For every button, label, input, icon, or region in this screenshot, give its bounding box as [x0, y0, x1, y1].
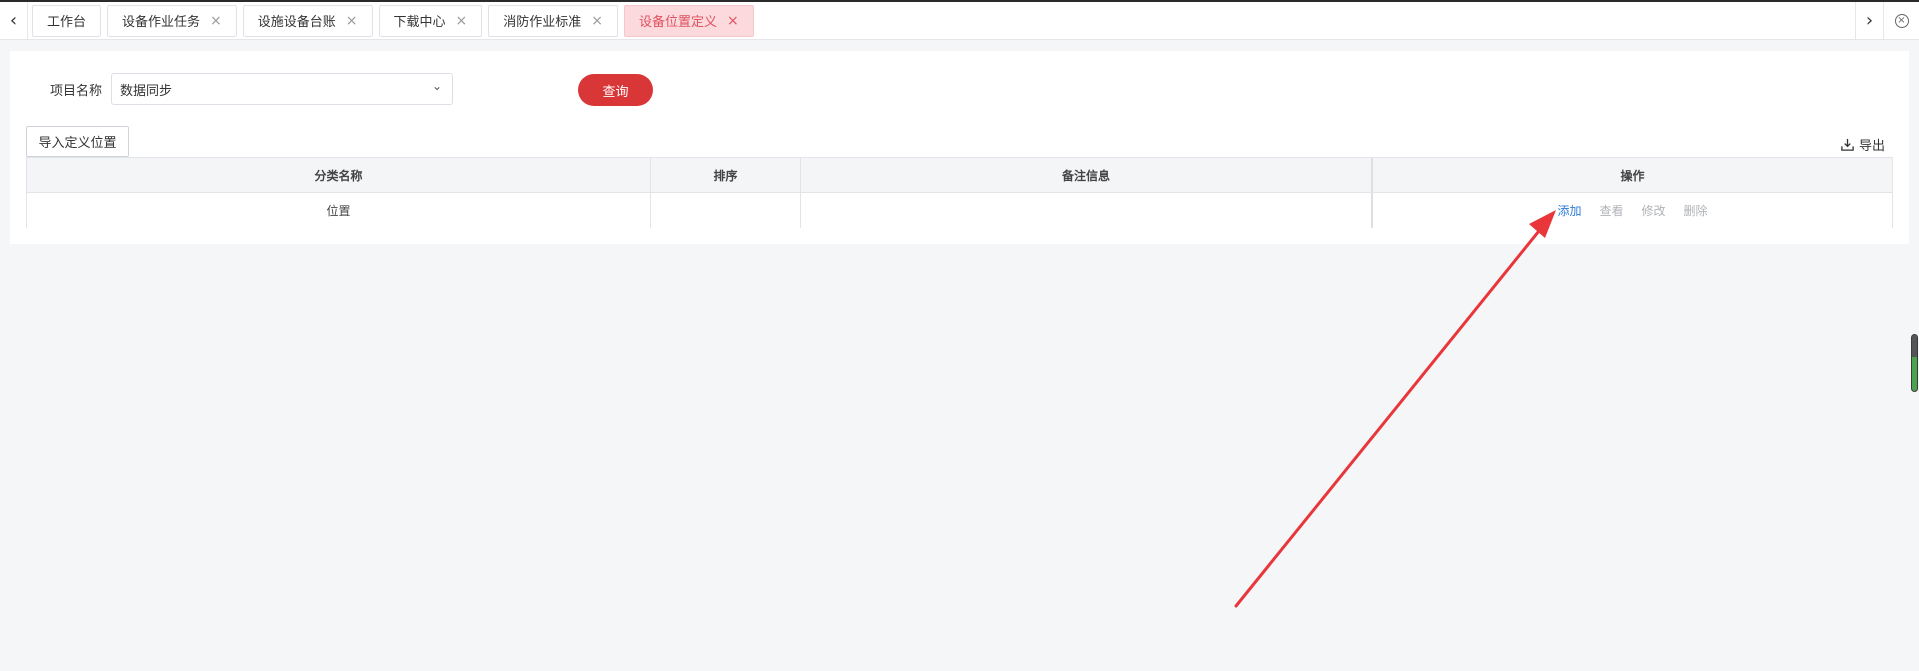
tab-fire-standard[interactable]: 消防作业标准 ×	[488, 4, 619, 37]
location-table: 分类名称 排序 备注信息 操作 位置 添加 查看 修改 删除	[26, 157, 1893, 228]
tab-download-center[interactable]: 下载中心 ×	[378, 4, 483, 37]
tab-workbench[interactable]: 工作台	[32, 4, 102, 37]
tab-label: 工作台	[47, 15, 87, 30]
header-remark: 备注信息	[801, 158, 1373, 192]
cell-actions: 添加 查看 修改 删除	[1373, 193, 1892, 228]
close-icon[interactable]: ×	[591, 14, 603, 28]
project-select[interactable]: 数据同步 ⌄	[111, 73, 453, 105]
tab-label: 设备作业任务	[122, 15, 201, 30]
project-name-label: 项目名称	[50, 84, 103, 99]
edit-link[interactable]: 修改	[1642, 202, 1666, 219]
table-header: 分类名称 排序 备注信息 操作	[27, 158, 1892, 193]
tab-next-button[interactable]: ›	[1855, 1, 1883, 40]
add-link[interactable]: 添加	[1557, 202, 1581, 219]
tab-label: 消防作业标准	[503, 15, 582, 30]
query-button[interactable]: 查询	[578, 74, 653, 106]
tab-label: 下载中心	[393, 15, 446, 30]
circle-close-icon: ×	[1894, 13, 1909, 28]
view-link[interactable]: 查看	[1599, 202, 1623, 219]
tab-bar: ‹ 工作台 设备作业任务 × 设施设备台账 × 下载中心 × 消防作业标准 × …	[0, 0, 1919, 40]
close-icon[interactable]: ×	[727, 14, 739, 28]
chevron-right-icon: ›	[1865, 10, 1874, 31]
chevron-left-icon: ‹	[9, 10, 18, 31]
close-icon[interactable]: ×	[210, 14, 222, 28]
tab-label: 设备位置定义	[639, 15, 718, 30]
import-location-button[interactable]: 导入定义位置	[26, 126, 129, 157]
close-icon[interactable]: ×	[456, 14, 468, 28]
tab-equipment-location[interactable]: 设备位置定义 ×	[624, 4, 754, 37]
close-icon[interactable]: ×	[346, 14, 358, 28]
table-row: 位置 添加 查看 修改 删除	[27, 193, 1892, 228]
export-button[interactable]: 导出	[1840, 135, 1885, 154]
tab-list: 工作台 设备作业任务 × 设施设备台账 × 下载中心 × 消防作业标准 × 设备…	[28, 2, 1855, 40]
export-label: 导出	[1858, 139, 1885, 154]
main-panel: 项目名称 数据同步 ⌄ 查询 导入定义位置 导出 分类名称 排序 备注信息 操作…	[10, 51, 1909, 244]
tab-equipment-tasks[interactable]: 设备作业任务 ×	[107, 4, 237, 37]
header-order: 排序	[651, 158, 801, 192]
cell-remark	[801, 193, 1373, 228]
download-icon	[1840, 137, 1855, 152]
header-actions: 操作	[1620, 168, 1645, 183]
close-all-tabs-button[interactable]: ×	[1883, 1, 1919, 40]
tab-label: 设施设备台账	[257, 15, 336, 30]
scroll-indicator[interactable]	[1911, 334, 1918, 392]
project-select-value: 数据同步	[120, 83, 173, 99]
cell-category-name: 位置	[27, 193, 651, 228]
delete-link[interactable]: 删除	[1684, 202, 1708, 219]
header-category-name: 分类名称	[27, 158, 651, 192]
tab-prev-button[interactable]: ‹	[0, 1, 28, 40]
tab-facility-ledger[interactable]: 设施设备台账 ×	[242, 4, 373, 37]
cell-order	[651, 193, 801, 228]
chevron-down-icon: ⌄	[431, 79, 442, 93]
